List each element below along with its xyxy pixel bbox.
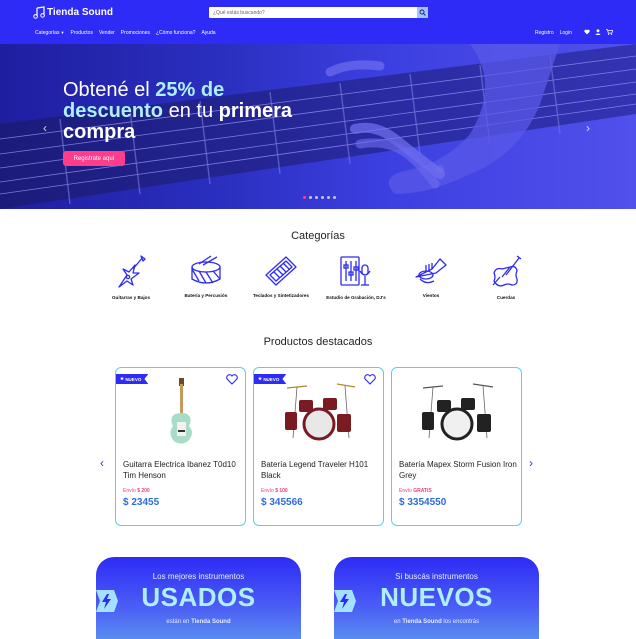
login-link[interactable]: Login [560, 30, 572, 36]
mixer-icon [340, 256, 371, 286]
product-image [285, 383, 356, 441]
pagination-dot[interactable] [315, 196, 318, 199]
search-icon [419, 9, 426, 16]
category-vientos[interactable]: Vientos [396, 255, 466, 299]
nav-item-vender[interactable]: Vender [99, 30, 115, 36]
shipping-cost: Envío $ 100 [261, 488, 288, 494]
search-input[interactable] [209, 7, 417, 18]
nav-item-categorias[interactable]: Categorías▼ [35, 30, 64, 36]
products-prev-arrow[interactable]: ‹ [100, 456, 104, 470]
shipping-cost: Envío $ 200 [123, 488, 150, 494]
product-name: Batería Legend Traveler H101 Black [261, 460, 369, 480]
star-icon: ★ [258, 376, 263, 381]
categories-list: Guitarras y Bajos Batería y Percusión Te… [100, 255, 540, 315]
product-price: $ 23455 [123, 497, 160, 508]
chevron-down-icon: ▼ [60, 30, 65, 35]
category-guitarras[interactable]: Guitarras y Bajos [96, 255, 166, 301]
category-estudio[interactable]: Estudio de Grabación, DJ's [321, 255, 391, 301]
heart-icon[interactable] [364, 374, 376, 385]
shipping-cost: Envío GRATIS [399, 488, 432, 494]
promo-new-title: NUEVOS [380, 582, 493, 612]
header-icons [584, 29, 613, 35]
keyboard-icon [265, 256, 297, 286]
nav-item-promociones[interactable]: Promociones [121, 30, 150, 36]
nav-item-como-funciona[interactable]: ¿Cómo funciona? [156, 30, 195, 36]
categories-title: Categorías [291, 230, 345, 242]
category-teclados[interactable]: Teclados y Sintetizadores [246, 255, 316, 299]
category-bateria[interactable]: Batería y Percusión [171, 255, 241, 299]
hero-pagination [303, 196, 336, 199]
main-nav: Categorías▼ Productos Vender Promociones… [35, 30, 216, 36]
hero-title: Obtené el 25% de descuento en tu primera… [63, 79, 293, 143]
category-cuerdas[interactable]: Cuerdas [471, 255, 541, 301]
trumpet-icon [415, 258, 447, 284]
product-card[interactable]: ★ NUEVO Batería Legend Traveler H101 Bla… [253, 367, 384, 526]
promo-used-top: Los mejores instrumentos [152, 572, 245, 581]
pagination-dot[interactable] [333, 196, 336, 199]
register-cta-button[interactable]: Registrate aquí [63, 151, 125, 166]
product-image [170, 378, 192, 444]
search-bar [209, 7, 428, 18]
promo-used-banner[interactable]: Los mejores instrumentos USADOS están en… [96, 557, 301, 639]
search-button[interactable] [417, 7, 428, 18]
violin-icon [492, 255, 522, 287]
star-icon: ★ [120, 376, 125, 381]
pagination-dot[interactable] [309, 196, 312, 199]
nav-item-ayuda[interactable]: Ayuda [201, 30, 215, 36]
cart-icon[interactable] [606, 29, 613, 35]
promo-new-bottom: en Tienda Sound los encontrás [393, 619, 480, 625]
products-next-arrow[interactable]: › [529, 456, 533, 470]
nav-item-productos[interactable]: Productos [70, 30, 93, 36]
pagination-dot[interactable] [303, 196, 306, 199]
hero-next-arrow[interactable]: › [586, 121, 590, 135]
product-card[interactable]: Batería Mapex Storm Fusion Iron Grey Env… [391, 367, 522, 526]
featured-products-title: Productos destacados [263, 336, 373, 348]
product-price: $ 3354550 [399, 497, 447, 508]
guitar-icon [118, 255, 146, 288]
product-name: Guitarra Electrica Ibanez T0d10 Tim Hens… [123, 460, 236, 480]
promo-new-top: Si buscás instrumentos [395, 572, 478, 581]
logo-text: Tienda Sound [47, 7, 113, 18]
user-icon[interactable] [595, 29, 601, 35]
page: Tienda Sound Categorías▼ Productos Vende… [0, 0, 636, 639]
product-card[interactable]: ★ NUEVO Guitarra Electrica Ibanez T0d10 … [115, 367, 246, 526]
product-image [422, 383, 494, 441]
drum-icon [191, 255, 221, 284]
heart-icon[interactable] [226, 374, 238, 385]
auth-links: Registro Login [535, 30, 572, 36]
promo-new-banner[interactable]: Si buscás instrumentos NUEVOS en Tienda … [334, 557, 539, 639]
top-navbar: Tienda Sound Categorías▼ Productos Vende… [0, 0, 636, 44]
music-note-icon [33, 6, 45, 19]
pagination-dot[interactable] [327, 196, 330, 199]
promo-used-bottom: están en Tienda Sound [166, 619, 231, 625]
product-price: $ 345566 [261, 497, 303, 508]
register-link[interactable]: Registro [535, 30, 554, 36]
pagination-dot[interactable] [321, 196, 324, 199]
heart-icon[interactable] [584, 29, 590, 35]
promo-used-title: USADOS [141, 582, 256, 612]
hero-banner: Obtené el 25% de descuento en tu primera… [0, 44, 636, 209]
logo[interactable]: Tienda Sound [33, 6, 113, 19]
hero-prev-arrow[interactable]: ‹ [43, 121, 47, 135]
product-name: Batería Mapex Storm Fusion Iron Grey [399, 460, 517, 480]
